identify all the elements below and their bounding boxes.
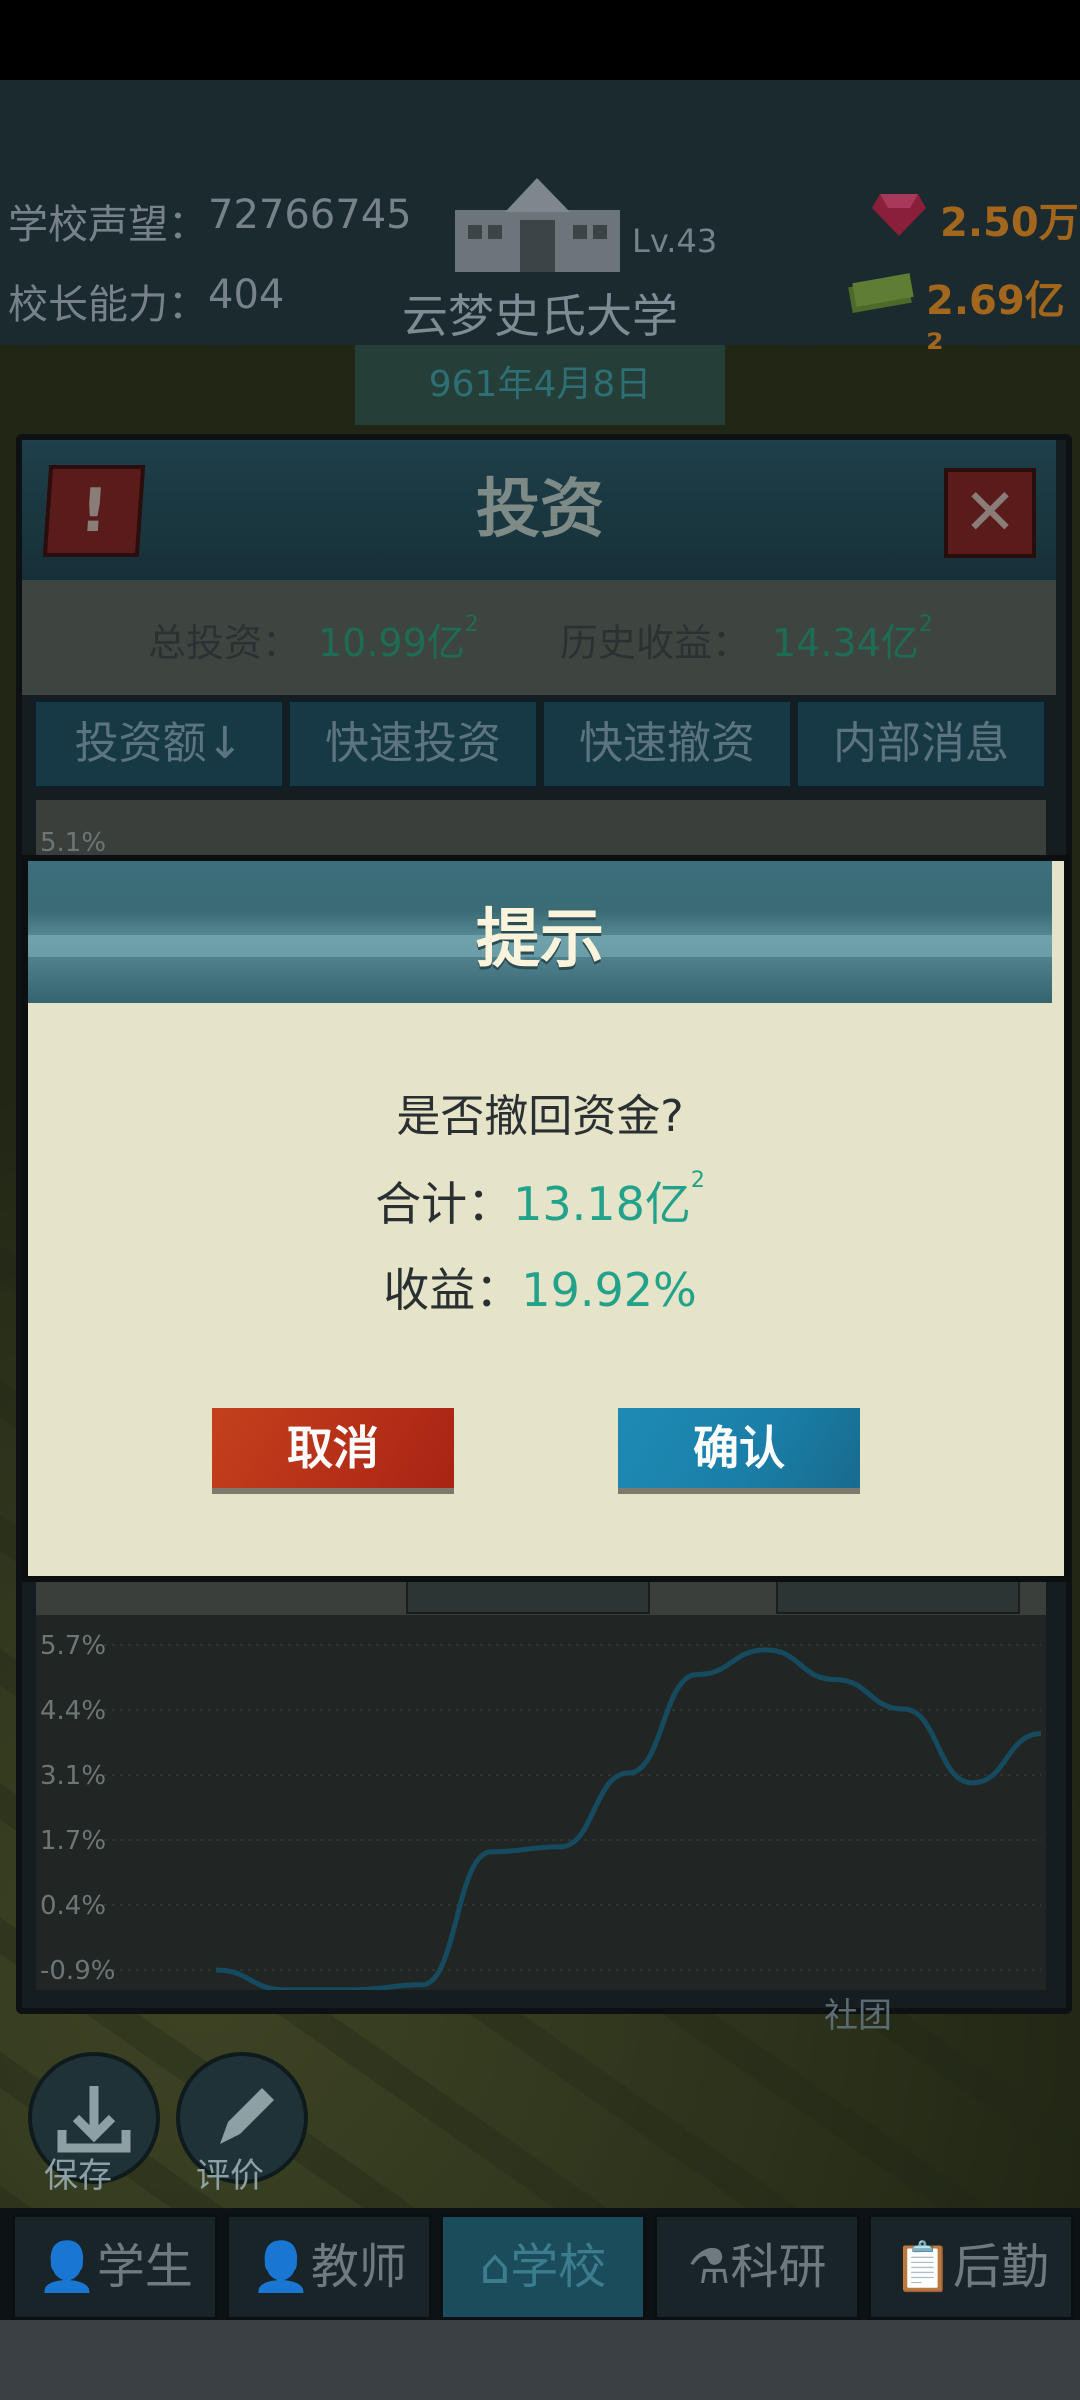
history-profit-label: 历史收益： [560,621,751,665]
y-tick-label: -0.9% [40,1956,115,1986]
save-label: 保存 [44,2156,112,2196]
investment-title: 投资 [476,473,604,547]
money-count: 2.69亿² [926,278,1065,372]
school-name: 云梦史氏大学 [402,289,678,343]
y-tick-label: 4.4% [40,1696,106,1726]
tab-inside-news[interactable]: 内部消息 [796,700,1046,788]
close-icon: ✕ [963,476,1017,550]
dialog-total-value: 13.18亿2 [513,1168,705,1231]
tab-investment-amount[interactable]: 投资额↓ [34,700,284,788]
level-label: Lv.43 [632,222,718,260]
gem-icon [872,194,926,236]
dialog-total: 合计：13.18亿2 [0,1168,1080,1234]
close-button[interactable]: ✕ [944,468,1036,558]
trend-line [215,1647,1042,1990]
dialog-total-label: 合计： [375,1177,514,1231]
game-date: 961年4月8日 [355,345,725,425]
investment-tabs: 投资额↓ 快速投资 快速撤资 内部消息 [34,700,1046,788]
nav-students[interactable]: 👤学生 [12,2214,218,2320]
reputation-label: 学校声望： [8,202,208,248]
cancel-button[interactable]: 取消 [212,1408,454,1488]
confirm-button[interactable]: 确认 [618,1408,860,1488]
nav-logistics[interactable]: 📋后勤 [868,2214,1074,2320]
dialog-profit: 收益：19.92% [0,1254,1080,1320]
dialog-profit-value: 19.92% [521,1263,697,1317]
dialog-question: 是否撤回资金? [396,1091,684,1142]
history-profit-value: 14.34亿2 [772,612,933,665]
total-investment-value: 10.99亿2 [318,612,479,665]
student-icon: 👤 [37,2239,97,2295]
club-label: 社团 [824,1996,892,2036]
y-tick-label: 1.7% [40,1826,106,1856]
nav-teachers[interactable]: 👤教师 [226,2214,432,2320]
trend-chart-plot: 5.7% 4.4% 3.1% 1.7% 0.4% -0.9% [40,1631,1042,1990]
y-tick-label: 5.7% [40,1631,106,1661]
rate-label: 评价 [196,2156,264,2196]
dialog-profit-label: 收益： [383,1263,522,1317]
dialog-title: 提示 [476,903,604,977]
alert-button[interactable]: ! [42,465,146,557]
gem-count: 2.50万 [940,200,1079,246]
school-building-icon [455,178,620,272]
y-tick-label: 0.4% [40,1891,106,1921]
y-tick-label: 3.1% [40,1761,106,1791]
nav-school[interactable]: ⌂学校 [440,2214,646,2320]
tab-quick-invest[interactable]: 快速投资 [288,700,538,788]
y-tick-top: 5.1% [40,828,107,858]
teacher-icon: 👤 [251,2239,311,2295]
flask-icon: ⚗ [687,2239,731,2295]
status-bar [0,0,1080,80]
nav-research[interactable]: ⚗科研 [654,2214,860,2320]
system-navigation-bar [0,2320,1080,2400]
total-investment-label: 总投资： [148,621,301,665]
school-icon: ⌂ [479,2239,511,2295]
tab-quick-withdraw[interactable]: 快速撤资 [542,700,792,788]
reputation-value: 72766745 [208,192,412,238]
cash-icon [848,273,914,314]
alert-icon: ! [77,476,111,546]
clipboard-icon: 📋 [893,2239,953,2295]
